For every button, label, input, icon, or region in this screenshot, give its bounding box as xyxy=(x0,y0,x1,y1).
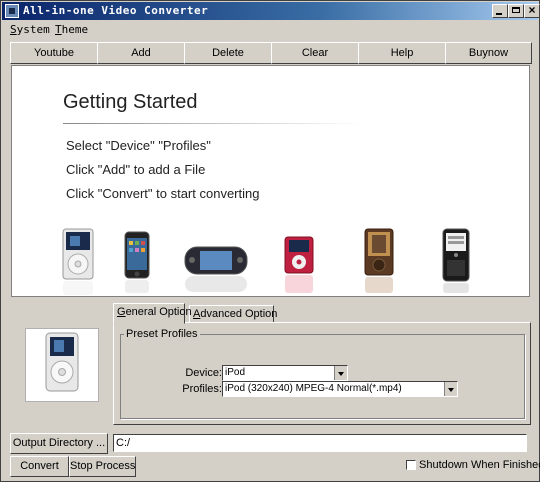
title-divider xyxy=(63,123,363,124)
ipod-classic-icon xyxy=(62,228,94,295)
tab-advanced-label: Advanced Option xyxy=(193,308,278,320)
chevron-down-icon[interactable] xyxy=(334,366,347,380)
tab-general-option[interactable]: General Option xyxy=(113,303,192,324)
stop-process-button[interactable]: Stop Process xyxy=(69,456,136,477)
profiles-value: iPod (320x240) MPEG-4 Normal(*.mp4) xyxy=(225,383,402,394)
instruction-line: Click "Convert" to start converting xyxy=(66,186,260,201)
app-icon xyxy=(5,4,19,18)
youtube-button[interactable]: Youtube xyxy=(10,42,98,64)
output-path-field[interactable]: C:/ xyxy=(113,434,527,452)
zune-icon xyxy=(364,228,394,293)
instruction-line: Select "Device" "Profiles" xyxy=(66,138,211,153)
menu-theme[interactable]: Theme xyxy=(55,23,88,36)
psp-icon xyxy=(184,246,248,292)
device-value: iPod xyxy=(225,367,246,378)
tab-advanced-option[interactable]: Advanced Option xyxy=(189,305,278,323)
preset-profiles-label: Preset Profiles xyxy=(124,328,200,340)
convert-button[interactable]: Convert xyxy=(10,456,69,477)
menu-system[interactable]: System xyxy=(10,23,50,36)
buynow-button[interactable]: Buynow xyxy=(445,42,532,64)
tab-general-label: General Option xyxy=(117,306,192,318)
device-label: Device: xyxy=(185,367,222,379)
close-icon: × xyxy=(528,3,536,17)
clear-button[interactable]: Clear xyxy=(271,42,359,64)
add-button[interactable]: Add xyxy=(97,42,185,64)
maximize-button[interactable] xyxy=(508,4,524,18)
title-bar[interactable]: All-in-one Video Converter × xyxy=(2,2,540,20)
iphone-icon xyxy=(124,231,150,293)
ipod-classic-icon xyxy=(45,332,79,392)
getting-started-panel: Getting Started Select "Device" "Profile… xyxy=(11,65,530,297)
window-title: All-in-one Video Converter xyxy=(23,4,209,17)
app-window: All-in-one Video Converter × System Them… xyxy=(0,0,540,482)
menu-bar: System Theme xyxy=(2,22,538,38)
shutdown-label: Shutdown When Finished xyxy=(419,459,540,471)
help-button[interactable]: Help xyxy=(358,42,446,64)
getting-started-title: Getting Started xyxy=(63,91,198,113)
device-select[interactable]: iPod xyxy=(222,365,348,381)
profiles-label: Profiles: xyxy=(182,383,222,395)
output-directory-button[interactable]: Output Directory ... xyxy=(10,433,108,454)
close-button[interactable]: × xyxy=(524,3,540,18)
ipod-nano-icon xyxy=(284,236,314,293)
chevron-down-icon[interactable] xyxy=(444,382,457,396)
instruction-line: Click "Add" to add a File xyxy=(66,162,206,177)
profiles-select[interactable]: iPod (320x240) MPEG-4 Normal(*.mp4) xyxy=(222,381,458,397)
blackberry-icon xyxy=(442,228,470,293)
delete-button[interactable]: Delete xyxy=(184,42,272,64)
device-preview xyxy=(25,328,99,402)
toolbar: Youtube Add Delete Clear Help Buynow xyxy=(10,42,532,64)
minimize-button[interactable] xyxy=(492,4,508,18)
shutdown-checkbox[interactable] xyxy=(406,460,416,470)
